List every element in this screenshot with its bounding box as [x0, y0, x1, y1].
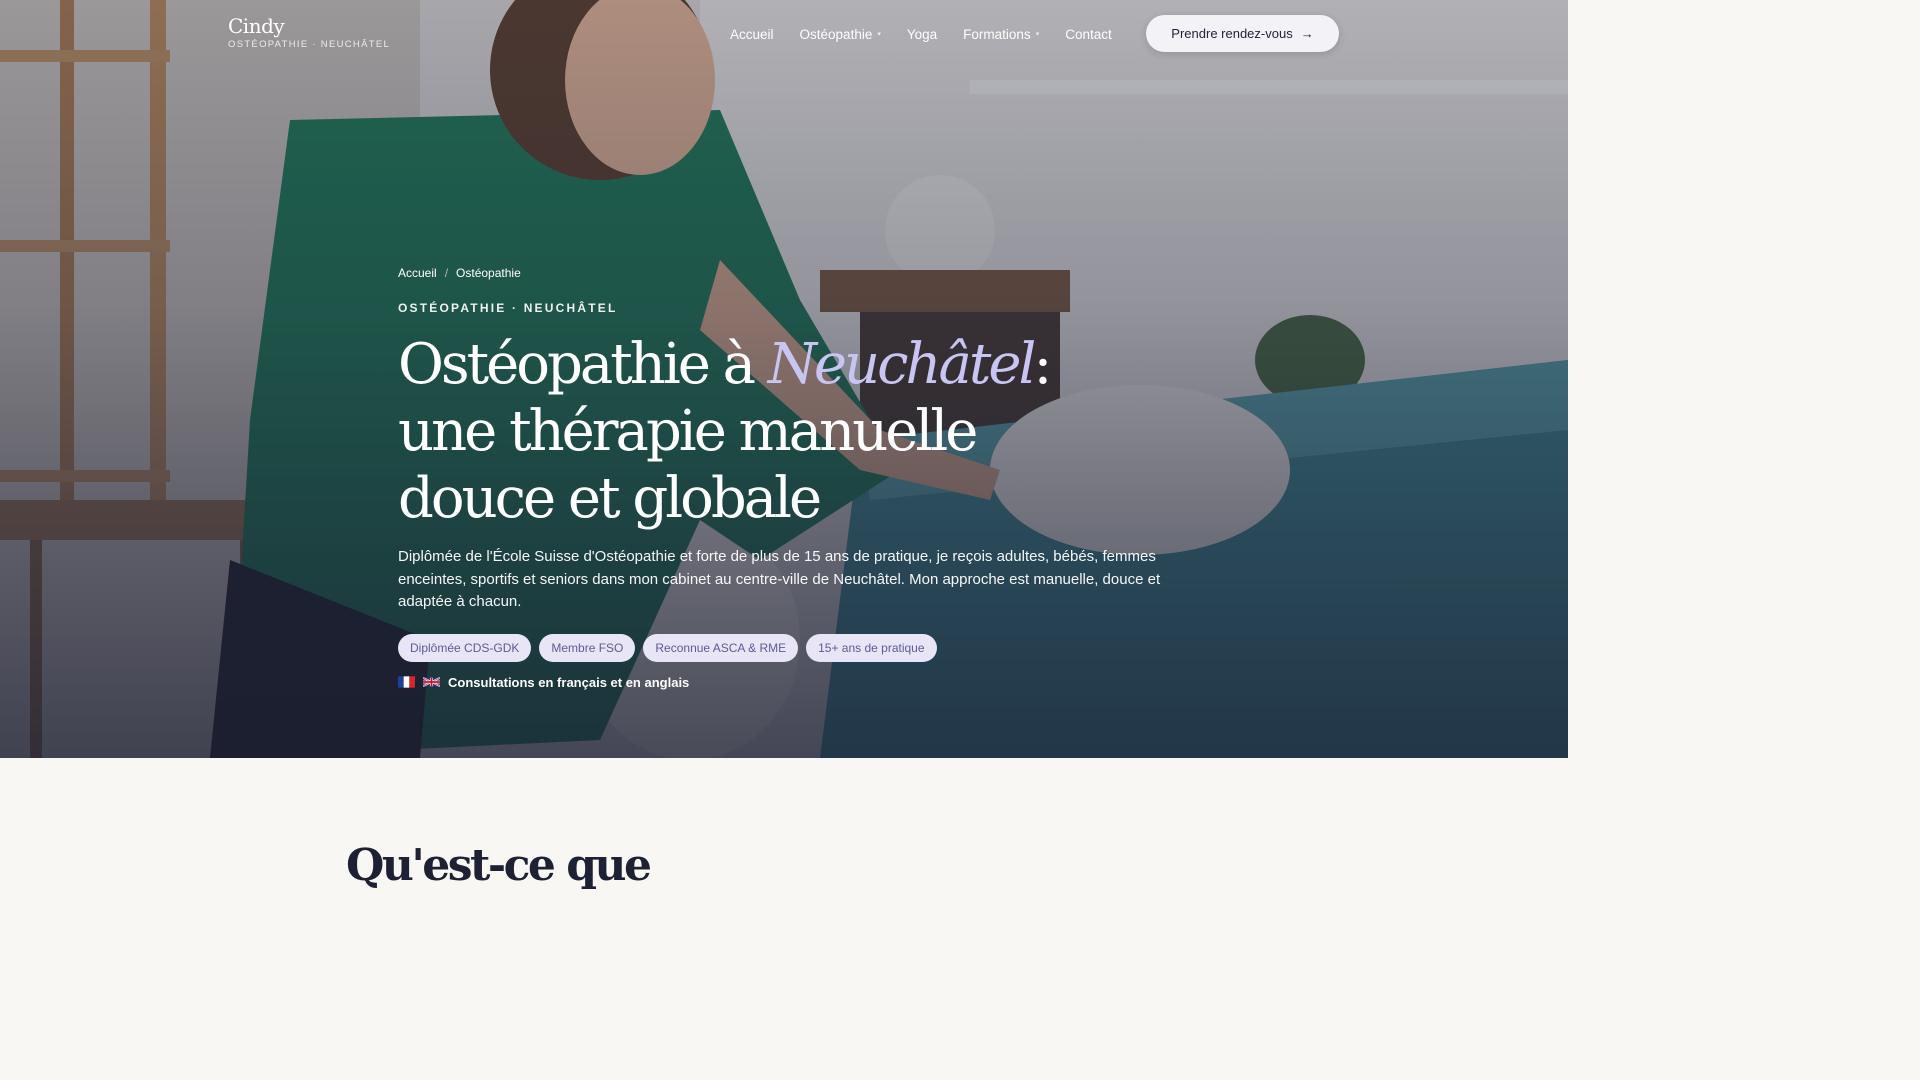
- languages-row: Consultations en français et en anglais: [398, 675, 1198, 690]
- brand-tagline: OSTÉOPATHIE · NEUCHÂTEL: [228, 39, 391, 50]
- cta-label: Prendre rendez-vous: [1171, 26, 1293, 41]
- credential-badges: Diplômée CDS-GDK Membre FSO Reconnue ASC…: [398, 633, 1198, 662]
- french-flag-icon: [398, 676, 415, 688]
- nav-item-osteopathie[interactable]: Ostéopathie ▾: [800, 27, 881, 42]
- breadcrumb: Accueil / Ostéopathie: [398, 265, 1198, 281]
- breadcrumb-current: Ostéopathie: [456, 266, 521, 280]
- page-title: Ostéopathie à Neuchâtel: une thérapie ma…: [398, 331, 1118, 532]
- badge-experience: 15+ ans de pratique: [806, 633, 937, 662]
- nav-item-label: Yoga: [906, 26, 938, 42]
- uk-flag-icon: [423, 676, 440, 688]
- breadcrumb-link-accueil[interactable]: Accueil: [398, 266, 437, 280]
- section-title: Qu'est-ce que: [346, 840, 652, 891]
- nav-item-label: Contact: [1065, 26, 1112, 42]
- badge-diploma: Diplômée CDS-GDK: [398, 633, 532, 662]
- nav-item-formations[interactable]: Formations ▾: [963, 27, 1039, 42]
- arrow-right-icon: →: [1300, 26, 1314, 41]
- hero-description: Diplômée de l'École Suisse d'Ostéopathie…: [398, 548, 1161, 610]
- hero-section: Cindy OSTÉOPATHIE · NEUCHÂTEL Accueil Os…: [0, 0, 1568, 758]
- title-part-1: Ostéopathie à: [398, 332, 768, 397]
- nav-item-label: Formations: [963, 26, 1031, 42]
- book-appointment-button[interactable]: Prendre rendez-vous →: [1146, 15, 1339, 52]
- main-nav: Accueil Ostéopathie ▾ Yoga Formations ▾ …: [730, 24, 1138, 44]
- title-accent: Neuchâtel: [767, 332, 1037, 397]
- badge-fso: Membre FSO: [539, 633, 636, 662]
- nav-item-label: Ostéopathie: [799, 26, 873, 42]
- languages-text: Consultations en français et en anglais: [448, 674, 690, 690]
- hero-eyebrow: OSTÉOPATHIE · NEUCHÂTEL: [398, 301, 618, 315]
- chevron-down-icon: ▾: [1035, 31, 1040, 38]
- nav-item-yoga[interactable]: Yoga: [907, 27, 937, 42]
- brand-name: Cindy: [228, 14, 285, 38]
- nav-item-accueil[interactable]: Accueil: [730, 27, 774, 42]
- badge-asca-rme: Reconnue ASCA & RME: [643, 633, 799, 662]
- hero-content: Accueil / Ostéopathie OSTÉOPATHIE · NEUC…: [398, 265, 1198, 690]
- chevron-down-icon: ▾: [877, 31, 881, 38]
- site-header: Cindy OSTÉOPATHIE · NEUCHÂTEL Accueil Os…: [0, 0, 1568, 66]
- nav-item-label: Accueil: [730, 26, 774, 42]
- breadcrumb-separator: /: [444, 266, 449, 280]
- brand-logo[interactable]: Cindy OSTÉOPATHIE · NEUCHÂTEL: [228, 15, 390, 50]
- nav-item-contact[interactable]: Contact: [1065, 27, 1112, 42]
- intro-section: Qu'est-ce que: [0, 758, 1568, 891]
